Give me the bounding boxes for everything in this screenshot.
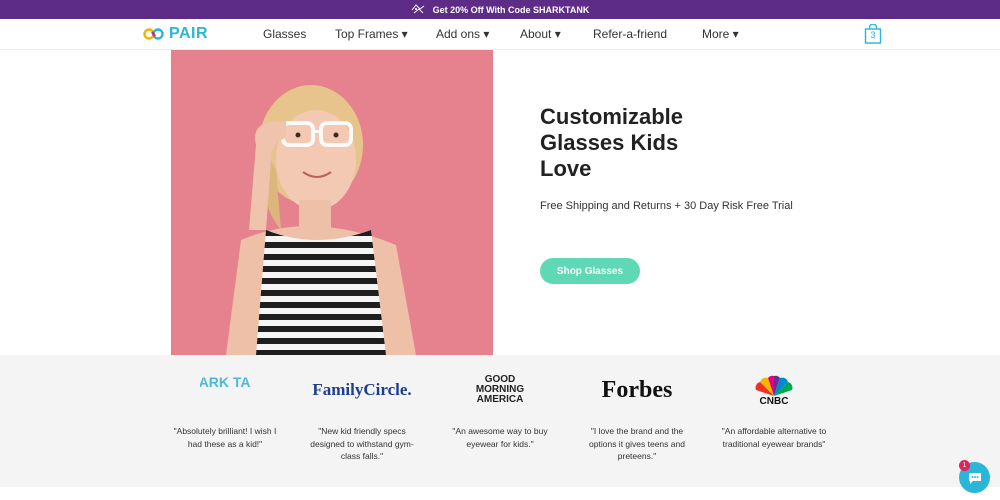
forbes-logo: Forbes [601, 376, 673, 403]
nav-about[interactable]: About ▾ [520, 27, 561, 41]
press-quote: "An affordable alternative to traditiona… [721, 426, 827, 449]
peacock-icon [755, 375, 793, 396]
hero-photo-illustration [226, 85, 416, 355]
tag-icon [411, 3, 424, 13]
press-item-forbes: Forbes "I love the brand and the options… [577, 355, 697, 463]
nav-refer-a-friend[interactable]: Refer-a-friend [593, 27, 667, 41]
shark-tank-logo-text: SHARK TANK [200, 374, 250, 390]
cart-count: 3 [870, 30, 876, 40]
nav-add-ons[interactable]: Add ons ▾ [436, 27, 489, 41]
logo-text: PAIR [169, 25, 209, 42]
main-nav: PAIR Glasses Top Frames ▾ Add ons ▾ Abou… [0, 19, 1000, 50]
nav-more[interactable]: More ▾ [702, 27, 739, 41]
press-quote: "New kid friendly specs designed to with… [310, 426, 414, 461]
logo[interactable]: PAIR [143, 25, 208, 43]
hero-left-space [0, 50, 171, 355]
cnbc-logo: CNBC [714, 355, 834, 425]
press-item-family-circle: FamilyCircle. "New kid friendly specs de… [302, 355, 422, 463]
bottom-strip [0, 487, 1000, 500]
press-quote: "I love the brand and the options it giv… [589, 426, 685, 461]
hero-title: Customizable Glasses Kids Love [540, 104, 684, 181]
hero-copy: Customizable Glasses Kids Love Free Ship… [540, 104, 840, 212]
press-quote: "An awesome way to buy eyewear for kids.… [452, 426, 548, 449]
striped-top [256, 230, 386, 355]
press-section: SHARK TANK "Absolutely brilliant! I wish… [0, 355, 1000, 487]
hero-image [171, 50, 493, 355]
pair-logo-icon [143, 28, 164, 40]
press-quote: "Absolutely brilliant! I wish I had thes… [173, 426, 277, 449]
press-item-cnbc: CNBC "An affordable alternative to tradi… [714, 355, 834, 450]
shark-tank-logo: SHARK TANK [165, 355, 285, 425]
shop-glasses-button[interactable]: Shop Glasses [540, 258, 640, 284]
hero-subtitle: Free Shipping and Returns + 30 Day Risk … [540, 200, 793, 212]
promo-text: Get 20% Off With Code SHARKTANK [432, 4, 590, 15]
nav-top-frames[interactable]: Top Frames ▾ [335, 27, 408, 41]
nav-glasses[interactable]: Glasses [263, 27, 306, 41]
cart-button[interactable]: 3 [864, 23, 882, 44]
family-circle-logo: FamilyCircle. [312, 380, 412, 399]
press-item-shark-tank: SHARK TANK "Absolutely brilliant! I wish… [165, 355, 285, 450]
chat-icon [968, 472, 981, 484]
press-item-gma: GOOD MORNING AMERICA "An awesome way to … [440, 355, 560, 450]
gma-logo: GOOD MORNING AMERICA [475, 374, 525, 405]
promo-banner[interactable]: Get 20% Off With Code SHARKTANK [0, 0, 1000, 19]
chat-notification-badge: 1 [959, 460, 970, 471]
